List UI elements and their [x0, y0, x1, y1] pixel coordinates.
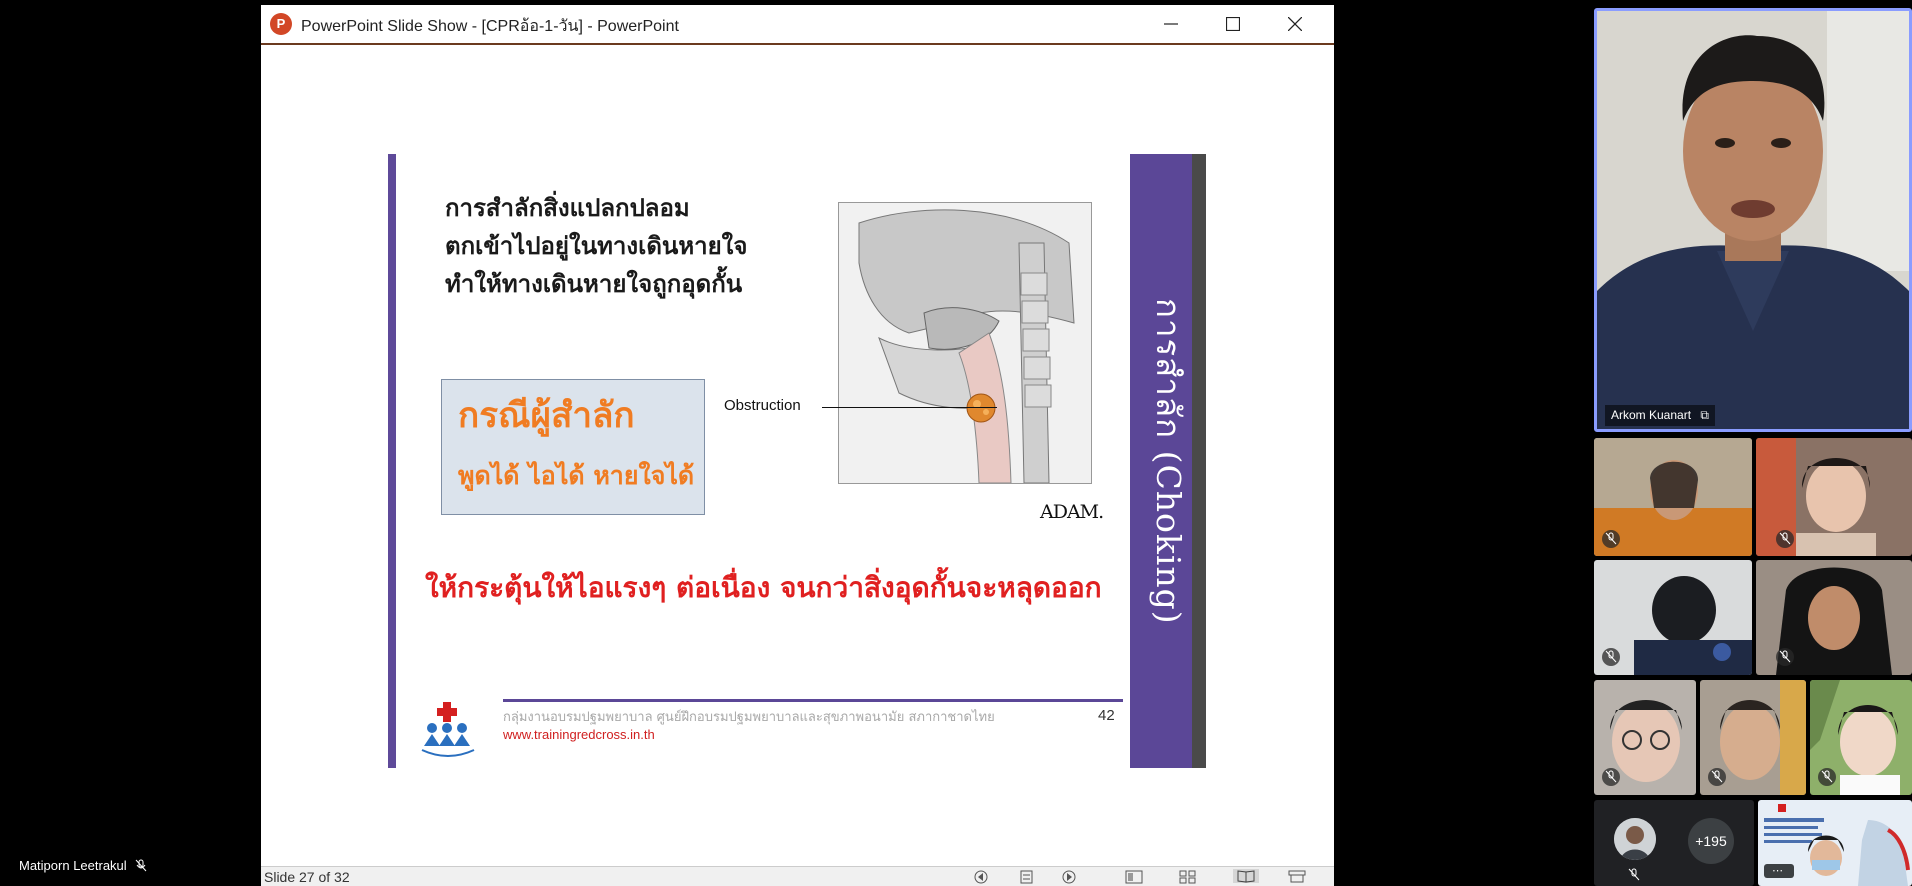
powerpoint-window: P PowerPoint Slide Show - [CPRอ้อ-1-วัน]…	[261, 5, 1334, 886]
mic-off-icon	[1628, 866, 1640, 885]
main-speaker-name-text: Arkom Kuanart	[1611, 408, 1692, 422]
window-title: PowerPoint Slide Show - [CPRอ้อ-1-วัน] -…	[301, 18, 679, 35]
minimize-icon	[1164, 23, 1178, 25]
more-participants-count[interactable]: +195	[1688, 818, 1734, 864]
close-button[interactable]	[1264, 5, 1326, 43]
presenter-name-text: Matiporn Leetrakul	[19, 858, 127, 873]
intro-line-1: การสำลักสิ่งแปลกปลอม	[445, 194, 690, 222]
mic-off-icon	[1602, 648, 1620, 666]
powerpoint-app-icon: P	[270, 13, 292, 35]
footer-url: www.trainingredcross.in.th	[503, 727, 655, 742]
participant-tile[interactable]	[1594, 560, 1752, 675]
intro-line-3: ทำให้ทางเดินหายใจถูกอุดกั้น	[445, 270, 743, 298]
thai-red-cross-logo	[418, 702, 478, 760]
adam-logo: ADAM.	[1040, 501, 1104, 523]
slide-page-number: 42	[1098, 707, 1115, 724]
slideshow-statusbar: Slide 27 of 32	[261, 866, 1334, 886]
participant-tile[interactable]	[1756, 438, 1912, 556]
maximize-button[interactable]	[1202, 5, 1264, 43]
participant-tile[interactable]	[1594, 680, 1696, 795]
slideshow-view-icon[interactable]	[1288, 869, 1306, 883]
mic-off-icon	[1708, 768, 1726, 786]
participant-tile[interactable]	[1756, 560, 1912, 675]
window-titlebar[interactable]: P PowerPoint Slide Show - [CPRอ้อ-1-วัน]…	[261, 5, 1334, 45]
case-box: กรณีผู้สำลัก พูดได้ ไอได้ หายใจได้	[441, 379, 705, 515]
presenter-name: Matiporn Leetrakul	[19, 858, 147, 873]
mic-off-icon	[1602, 530, 1620, 548]
obstruction-pointer-line	[822, 407, 997, 408]
slide-menu-icon[interactable]	[1018, 869, 1036, 884]
airway-anatomy-illustration	[838, 202, 1092, 484]
participant-tile[interactable]	[1700, 680, 1806, 795]
next-slide-icon[interactable]	[1061, 869, 1079, 884]
minimize-button[interactable]	[1140, 5, 1202, 43]
previous-slide-icon[interactable]	[973, 869, 991, 884]
reading-view-icon[interactable]	[1233, 869, 1259, 883]
intro-line-2: ตกเข้าไปอยู่ในทางเดินหายใจ	[445, 232, 748, 260]
maximize-icon	[1226, 17, 1240, 31]
slide-stage[interactable]: การสำลักสิ่งแปลกปลอม ตกเข้าไปอยู่ในทางเด…	[261, 45, 1334, 866]
main-speaker-name: Arkom Kuanart ⧉	[1605, 405, 1715, 426]
main-speaker-video[interactable]: Arkom Kuanart ⧉	[1594, 8, 1912, 432]
mic-off-icon	[1776, 530, 1794, 548]
more-options-icon[interactable]: ⋯	[1772, 864, 1783, 877]
mic-off-icon	[1602, 768, 1620, 786]
case-title: กรณีผู้สำลัก	[458, 396, 635, 436]
mic-off-icon	[135, 859, 147, 872]
mic-off-icon	[1776, 648, 1794, 666]
slide-counter: Slide 27 of 32	[264, 869, 350, 885]
normal-view-icon[interactable]	[1125, 869, 1143, 884]
side-title: การสำลัก (Choking)	[1149, 297, 1188, 625]
footer-divider	[503, 699, 1123, 702]
pin-icon[interactable]: ⧉	[1700, 408, 1709, 422]
obstruction-label: Obstruction	[724, 397, 801, 414]
slide-sorter-icon[interactable]	[1179, 869, 1197, 884]
participant-tile[interactable]	[1594, 438, 1752, 556]
warning-text: ให้กระตุ้นให้ไอแรงๆ ต่อเนื่อง จนกว่าสิ่ง…	[425, 571, 1102, 604]
slide-left-stripe	[388, 154, 396, 768]
footer-organization: กลุ่มงานอบรมปฐมพยาบาล ศูนย์ฝึกอบรมปฐมพยา…	[503, 710, 995, 725]
shared-screen-thumbnail[interactable]: ⋯	[1758, 800, 1912, 886]
participant-tile[interactable]	[1810, 680, 1912, 795]
close-icon	[1288, 17, 1302, 31]
participant-avatar	[1614, 818, 1656, 860]
case-subtitle: พูดได้ ไอได้ หายใจได้	[458, 461, 695, 490]
slide[interactable]: การสำลักสิ่งแปลกปลอม ตกเข้าไปอยู่ในทางเด…	[388, 154, 1206, 768]
mic-off-icon	[1818, 768, 1836, 786]
